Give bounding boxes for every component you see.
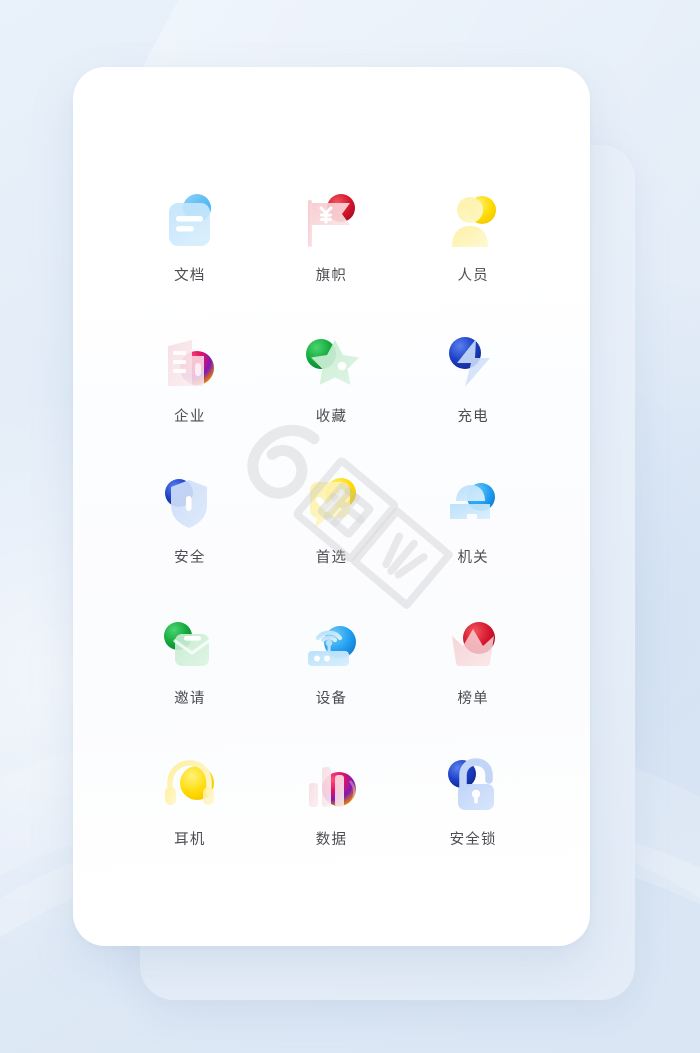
icon-item-personnel[interactable]: 人员 [402,189,544,330]
icon-label: 收藏 [315,409,348,425]
icon-grid: 文档 旗帜 人员 企业 收藏 充电 安全 首选 机关 邀请 设备 榜单 耳机 数… [73,67,590,946]
icon-item-favorite[interactable]: 收藏 [261,330,403,471]
icon-item-charging[interactable]: 充电 [402,330,544,471]
icon-label: 充电 [457,409,489,425]
router-icon [298,612,364,678]
icon-set-card: 文档 旗帜 人员 企业 收藏 充电 安全 首选 机关 邀请 设备 榜单 耳机 数… [73,67,590,946]
icon-item-invite[interactable]: 邀请 [119,612,261,753]
star-icon [298,330,364,396]
icon-label: 机关 [457,550,489,566]
icon-label: 人员 [457,268,489,284]
document-icon [157,189,223,255]
icon-label: 首选 [315,550,348,566]
icon-label: 企业 [174,409,206,425]
icon-item-headphone[interactable]: 耳机 [119,753,261,894]
icon-item-lock[interactable]: 安全锁 [402,753,544,894]
check-badge-icon [298,471,364,537]
icon-item-enterprise[interactable]: 企业 [119,330,261,471]
icon-item-preferred[interactable]: 首选 [261,471,403,612]
icon-label: 数据 [315,832,348,848]
icon-label: 旗帜 [315,268,348,284]
icon-label: 文档 [174,268,206,284]
icon-item-device[interactable]: 设备 [261,612,403,753]
headphone-icon [157,753,223,819]
person-icon [440,189,506,255]
icon-item-document[interactable]: 文档 [119,189,261,330]
institution-icon [440,471,506,537]
bolt-icon [440,330,506,396]
icon-item-data[interactable]: 数据 [261,753,403,894]
icon-label: 安全锁 [449,832,497,848]
icon-label: 邀请 [174,691,206,707]
icon-label: 耳机 [174,832,206,848]
shield-icon [157,471,223,537]
icon-item-ranking[interactable]: 榜单 [402,612,544,753]
flag-yuan-icon [298,189,364,255]
icon-label: 设备 [315,691,348,707]
icon-item-agency[interactable]: 机关 [402,471,544,612]
icon-item-security[interactable]: 安全 [119,471,261,612]
building-icon [157,330,223,396]
padlock-icon [440,753,506,819]
data-chart-icon [298,753,364,819]
crown-icon [440,612,506,678]
icon-label: 榜单 [457,691,489,707]
mail-invite-icon [157,612,223,678]
icon-item-banner[interactable]: 旗帜 [261,189,403,330]
icon-label: 安全 [174,550,206,566]
